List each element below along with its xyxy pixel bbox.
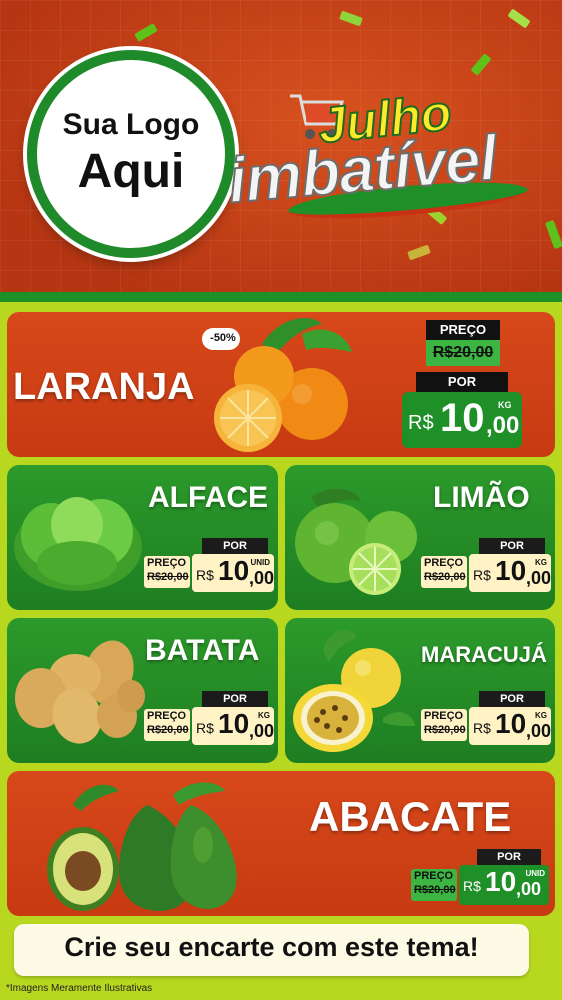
por-label: POR (416, 372, 508, 392)
price-cents: ,00 (526, 568, 552, 588)
price-cents: ,00 (486, 412, 520, 439)
price-cents: ,00 (526, 721, 552, 741)
product-card-limao[interactable]: LIMÃO POR PREÇO R$20,00 R$ 10 ,00 KG (285, 465, 555, 610)
old-price-label: PREÇO (414, 870, 454, 882)
price-unit: KG (498, 400, 512, 410)
lime-image (295, 488, 417, 595)
new-price-box: R$ 10 ,00 UNID (459, 865, 549, 905)
price-unit: KG (535, 558, 547, 567)
price-integer: 10 (495, 708, 527, 739)
old-price-box: PREÇO R$20,00 (426, 320, 500, 366)
price-integer: 10 (218, 555, 250, 586)
por-label: POR (202, 538, 268, 554)
old-price-box: PREÇO R$20,00 (144, 556, 190, 588)
price-currency: R$ (473, 567, 491, 583)
logo-line2: Aqui (77, 145, 185, 198)
product-name: ALFACE (148, 481, 268, 514)
new-price-box: R$ 10 ,00 KG (469, 707, 551, 745)
por-label: POR (479, 691, 545, 707)
price-integer: 10 (440, 396, 485, 440)
product-card-alface[interactable]: ALFACE POR PREÇO R$20,00 R$ 10 ,00 UNID (7, 465, 278, 610)
product-name: BATATA (145, 634, 260, 667)
price-cents: ,00 (249, 568, 275, 588)
confetti-decoration (407, 244, 431, 261)
old-price-box: PREÇO R$20,00 (411, 869, 457, 901)
price-integer: 10 (495, 555, 527, 586)
lettuce-image (14, 497, 142, 591)
product-card-batata[interactable]: BATATA POR PREÇO R$20,00 R$ 10 ,00 KG (7, 618, 278, 763)
potato-image (15, 640, 145, 744)
old-price-label: PREÇO (147, 557, 187, 569)
price-integer: 10 (218, 708, 250, 739)
por-label: POR (477, 849, 541, 865)
price-unit: KG (258, 711, 270, 720)
old-price-value: R$20,00 (414, 884, 456, 896)
price-currency: R$ (196, 720, 214, 736)
price-unit: UNID (525, 869, 545, 878)
logo-placeholder: Sua Logo Aqui (27, 50, 235, 258)
por-label: POR (202, 691, 268, 707)
new-price-box: R$ 10 ,00 UNID (192, 554, 274, 592)
confetti-decoration (470, 53, 492, 76)
new-price-box: R$ 10 ,00 KG (402, 392, 522, 448)
price-block: POR PREÇO R$20,00 R$ 10 ,00 KG (421, 691, 551, 755)
price-currency: R$ (408, 412, 434, 434)
cta-text: Crie seu encarte com este tema! (64, 932, 479, 962)
old-price-value: R$20,00 (147, 571, 189, 583)
product-name: ABACATE (309, 793, 512, 840)
disclaimer-text: *Imagens Meramente Ilustrativas (6, 983, 153, 994)
header-banner: Sua Logo Aqui Julho imbatível (0, 0, 562, 300)
product-name: LARANJA (13, 366, 195, 408)
price-currency: R$ (473, 720, 491, 736)
new-price-box: R$ 10 ,00 KG (192, 707, 274, 745)
old-price-label: PREÇO (424, 710, 464, 722)
logo-line1: Sua Logo (62, 108, 200, 141)
old-price-value: R$20,00 (147, 724, 189, 736)
old-price-label: PREÇO (147, 710, 187, 722)
product-card-maracuja[interactable]: MARACUJÁ POR PREÇO R$20,00 R$ 10 ,00 KG (285, 618, 555, 763)
product-name: MARACUJÁ (421, 642, 547, 667)
old-price-value: R$20,00 (424, 724, 466, 736)
header-divider (0, 292, 562, 302)
confetti-decoration (544, 219, 562, 250)
product-card-abacate[interactable]: ABACATE POR PREÇO R$20,00 R$ 10 ,00 UNID (7, 771, 555, 916)
price-unit: KG (535, 711, 547, 720)
product-card-laranja[interactable]: LARANJA -50% PREÇO R$20,00 POR R$ 10 ,00… (7, 312, 555, 457)
product-name: LIMÃO (433, 481, 530, 514)
confetti-decoration (507, 8, 531, 29)
price-block: POR PREÇO R$20,00 R$ 10 ,00 KG (144, 691, 274, 755)
old-price-label: PREÇO (424, 557, 464, 569)
price-block: POR PREÇO R$20,00 R$ 10 ,00 UNID (411, 849, 549, 913)
discount-badge: -50% (210, 332, 236, 344)
old-price-box: PREÇO R$20,00 (144, 709, 190, 741)
old-price-box: PREÇO R$20,00 (421, 556, 467, 588)
price-currency: R$ (196, 567, 214, 583)
confetti-decoration (339, 10, 363, 27)
new-price-box: R$ 10 ,00 KG (469, 554, 551, 592)
old-price-label: PREÇO (426, 320, 500, 340)
price-block: POR PREÇO R$20,00 R$ 10 ,00 UNID (144, 538, 274, 602)
old-price-box: PREÇO R$20,00 (421, 709, 467, 741)
price-unit: UNID (250, 558, 270, 567)
old-price-value: R$20,00 (424, 571, 466, 583)
avocado-image (47, 782, 237, 911)
price-cents: ,00 (516, 879, 542, 899)
price-integer: 10 (485, 866, 517, 897)
price-currency: R$ (463, 878, 481, 894)
promo-title: Julho imbatível (224, 83, 558, 226)
passion-fruit-image (293, 630, 415, 752)
por-label: POR (479, 538, 545, 554)
price-block: POR PREÇO R$20,00 R$ 10 ,00 KG (421, 538, 551, 602)
confetti-decoration (134, 23, 158, 42)
cta-banner[interactable]: Crie seu encarte com este tema! (14, 924, 529, 976)
price-cents: ,00 (249, 721, 275, 741)
old-price-value: R$20,00 (426, 340, 500, 366)
